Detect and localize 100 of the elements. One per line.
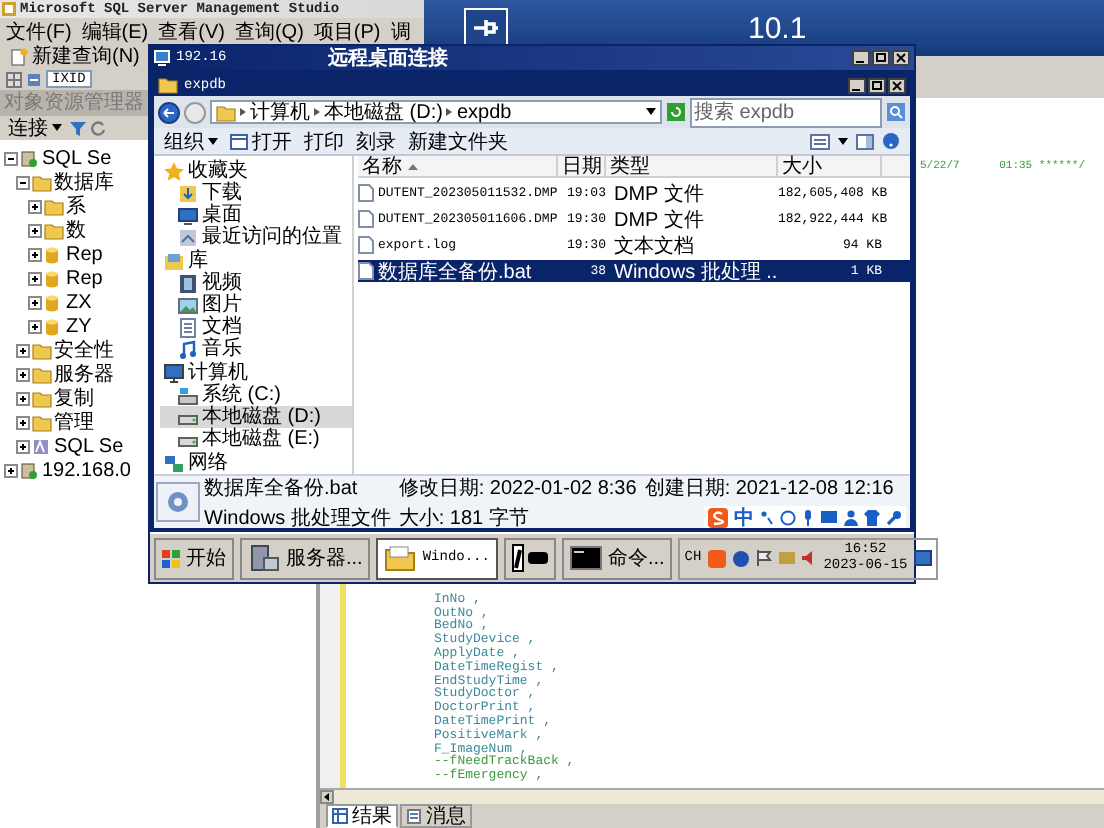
expand-icon[interactable]	[28, 247, 42, 261]
collapse-icon[interactable]	[4, 151, 18, 165]
smiley-icon[interactable]	[780, 509, 796, 525]
view-icon[interactable]	[810, 133, 830, 149]
person-icon[interactable]	[844, 509, 858, 525]
expand-icon[interactable]	[28, 295, 42, 309]
input-mode[interactable]: 中	[734, 503, 754, 531]
preview-pane-icon[interactable]	[856, 133, 874, 149]
caret-icon[interactable]	[838, 137, 848, 145]
close-button[interactable]	[888, 77, 906, 93]
refresh-icon[interactable]	[90, 120, 106, 136]
menu-item[interactable]: 查看(V)	[158, 17, 225, 45]
tree-item[interactable]: Rep	[66, 243, 103, 265]
tree-item[interactable]: SQL Se	[54, 435, 124, 457]
filter-icon[interactable]	[70, 120, 86, 136]
toolbar-button[interactable]: 打开	[230, 127, 292, 155]
tree-item[interactable]: ZY	[66, 315, 92, 337]
tree-item[interactable]: 服务器	[54, 360, 114, 388]
expand-icon[interactable]	[16, 439, 30, 453]
tree-item[interactable]: 管理	[54, 408, 94, 436]
pin-button[interactable]	[464, 8, 508, 48]
server-icon	[248, 544, 280, 572]
tree-item[interactable]: 数	[66, 216, 86, 244]
tree-item[interactable]: 复制	[54, 384, 94, 412]
expand-icon[interactable]	[28, 199, 42, 213]
column-header[interactable]: 日期	[558, 156, 606, 176]
column-header[interactable]: 类型	[606, 156, 778, 176]
minimize-button[interactable]	[852, 50, 870, 66]
expand-icon[interactable]	[4, 463, 18, 477]
volume-icon[interactable]	[801, 550, 818, 566]
expand-icon[interactable]	[16, 415, 30, 429]
menu-item[interactable]: 查询(Q)	[234, 17, 304, 45]
close-button[interactable]	[892, 50, 910, 66]
detail-modified: 修改日期: 2022-01-02 8:36	[398, 475, 637, 501]
connect-button[interactable]: 连接	[4, 116, 66, 140]
scroll-left-icon[interactable]	[320, 790, 334, 804]
tree-item[interactable]: 系	[66, 192, 86, 220]
flag-icon[interactable]	[755, 550, 772, 566]
tree-item[interactable]: 192.168.0	[42, 459, 131, 481]
expand-icon[interactable]	[16, 343, 30, 357]
nav-item[interactable]: 计算机	[160, 362, 352, 384]
search-icon[interactable]	[886, 102, 906, 122]
tree-item[interactable]: 安全性	[54, 336, 114, 364]
microphone-icon[interactable]	[802, 509, 814, 525]
taskbar-button[interactable]	[503, 537, 556, 579]
nav-item[interactable]: 本地磁盘 (E:)	[160, 428, 352, 450]
nav-item[interactable]: 库	[160, 250, 352, 272]
nav-item[interactable]: 视频	[160, 272, 352, 294]
taskbar-button[interactable]: 服务器...	[240, 537, 371, 579]
result-tab[interactable]: 消息	[400, 804, 472, 828]
tree-item[interactable]: Rep	[66, 267, 103, 289]
menu-item[interactable]: 调	[390, 17, 411, 45]
expand-icon[interactable]	[28, 223, 42, 237]
expand-icon[interactable]	[16, 367, 30, 381]
nav-item[interactable]: 图片	[160, 294, 352, 316]
nav-item[interactable]: 桌面	[160, 204, 352, 226]
nav-item[interactable]: 网络	[160, 452, 352, 474]
nav-item[interactable]: 下载	[160, 182, 352, 204]
expand-icon[interactable]	[28, 271, 42, 285]
search-field[interactable]: 搜索 expdb	[690, 97, 882, 127]
expand-icon[interactable]	[28, 319, 42, 333]
tree-item[interactable]: 数据库	[54, 168, 114, 196]
grid-icon[interactable]	[6, 71, 22, 87]
column-header[interactable]: 名称	[358, 156, 558, 176]
back-button[interactable]	[158, 101, 180, 123]
toolbar-button[interactable]: 打印	[304, 127, 344, 155]
tree-item[interactable]: ZX	[66, 291, 92, 313]
punctuation-icon[interactable]	[760, 509, 774, 525]
start-button[interactable]: 开始	[154, 537, 234, 579]
nav-item[interactable]: 收藏夹	[160, 160, 352, 182]
breadcrumb[interactable]: expdb	[456, 101, 512, 123]
expand-icon[interactable]	[16, 391, 30, 405]
nav-item[interactable]: 最近访问的位置	[160, 226, 352, 248]
taskbar-button[interactable]: 命令...	[561, 537, 673, 579]
menu-item[interactable]: 项目(P)	[313, 17, 381, 45]
dropdown-icon[interactable]	[646, 108, 656, 116]
refresh-icon[interactable]	[666, 102, 686, 122]
horizontal-scrollbar[interactable]	[320, 788, 1104, 804]
menu-item[interactable]: 编辑(E)	[81, 17, 149, 45]
column-header[interactable]: 大小	[778, 156, 882, 176]
address-bar[interactable]: 计算机 本地磁盘 (D:) expdb	[210, 100, 662, 124]
database-icon[interactable]	[26, 71, 42, 87]
toolbar-button[interactable]: 刻录	[356, 127, 396, 155]
breadcrumb[interactable]: 本地磁盘 (D:)	[324, 98, 443, 126]
menu-item[interactable]: 文件(F)	[6, 17, 72, 45]
tree-item[interactable]: SQL Se	[42, 147, 112, 169]
nav-item[interactable]: 文档	[160, 316, 352, 338]
agent-icon	[32, 437, 52, 455]
result-tab[interactable]: 结果	[326, 804, 398, 828]
nav-item[interactable]: 本地磁盘 (D:)	[160, 406, 352, 428]
new-query-button[interactable]: 新建查询(N)	[6, 44, 144, 68]
nav-item[interactable]: 系统 (C:)	[160, 384, 352, 406]
wrench-icon[interactable]	[886, 509, 902, 525]
organize-menu[interactable]: 组织	[164, 127, 218, 155]
show-desktop-icon[interactable]	[913, 550, 932, 566]
toolbar-button[interactable]: 新建文件夹	[408, 127, 508, 155]
collapse-icon[interactable]	[16, 175, 30, 189]
nav-item[interactable]: 音乐	[160, 338, 352, 360]
minimize-button[interactable]	[848, 77, 866, 93]
shirt-icon[interactable]	[864, 509, 880, 525]
